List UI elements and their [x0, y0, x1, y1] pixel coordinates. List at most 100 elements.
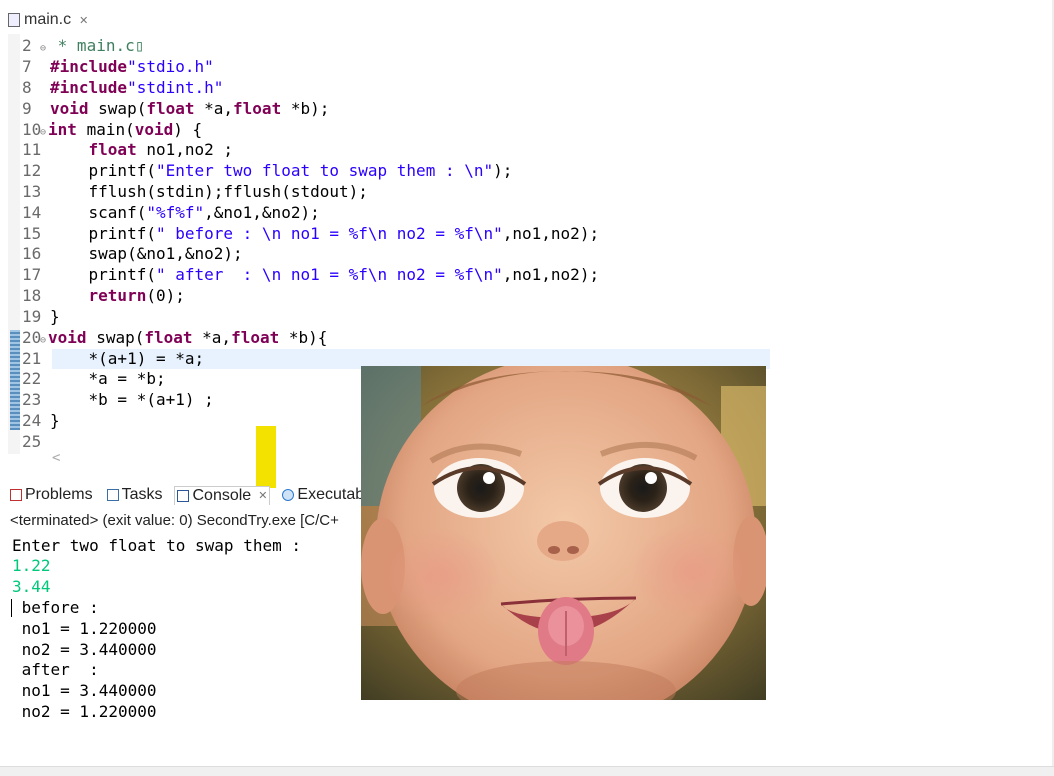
line-number: 22: [22, 369, 42, 388]
line-number: 8: [22, 78, 32, 97]
code-token: float: [88, 140, 137, 159]
line-number: 11: [22, 140, 42, 159]
console-status: <terminated> (exit value: 0) SecondTry.e…: [10, 512, 339, 529]
yellow-highlight-mark: [256, 426, 276, 488]
tab-console[interactable]: Console ✕: [174, 485, 271, 505]
tab-tasks[interactable]: Tasks: [105, 486, 165, 504]
code-token: #include: [50, 78, 128, 97]
code-line[interactable]: 15 printf(" before : \n no1 = %f\n no2 =…: [22, 224, 599, 244]
fold-toggle-icon[interactable]: ⊖: [40, 43, 46, 54]
console-output-line: no1 = 3.440000: [12, 681, 157, 700]
console-output-line: before :: [12, 598, 99, 617]
line-number: 17: [22, 265, 42, 284]
code-token: ) {: [173, 120, 203, 139]
code-token: #include: [50, 57, 128, 76]
console-output-line: no1 = 1.220000: [12, 619, 157, 638]
code-token: ,no1,no2);: [502, 265, 600, 284]
code-token: }: [50, 411, 60, 430]
code-token: swap(: [86, 328, 145, 347]
line-number: 7: [22, 57, 32, 76]
fold-toggle-icon[interactable]: ⊖: [40, 127, 46, 138]
code-line[interactable]: 13 fflush(stdin);fflush(stdout);: [22, 182, 368, 202]
code-token: " before : \n no1 = %f\n no2 = %f\n": [155, 224, 503, 243]
code-line[interactable]: 25: [22, 432, 50, 452]
tab-label: Tasks: [121, 486, 163, 503]
editor-tab-main-c[interactable]: main.c ✕: [8, 6, 88, 34]
baby-face-photo-drawing: [361, 366, 766, 700]
line-number: 14: [22, 203, 42, 222]
executables-icon: [282, 489, 295, 501]
code-line[interactable]: 8 #include"stdint.h": [22, 78, 223, 98]
code-line[interactable]: 21 *(a+1) = *a;: [22, 349, 204, 369]
code-line[interactable]: 22 *a = *b;: [22, 369, 166, 389]
code-token: void: [50, 99, 89, 118]
console-input-line: 1.22: [12, 556, 51, 575]
code-line[interactable]: 16 swap(&no1,&no2);: [22, 244, 243, 264]
problems-icon: [10, 489, 22, 501]
code-token: void: [48, 328, 87, 347]
code-line[interactable]: 10⊖ int main(void) {: [22, 120, 202, 140]
code-token: *b){: [279, 328, 328, 347]
code-token: no1,no2 ;: [136, 140, 234, 159]
console-input-line: 3.44: [12, 577, 51, 596]
line-number: 13: [22, 182, 42, 201]
code-line[interactable]: 18 return(0);: [22, 286, 185, 306]
code-token: printf(: [50, 161, 156, 180]
line-number: 9: [22, 99, 32, 118]
close-icon[interactable]: ✕: [79, 14, 88, 27]
tab-label: Problems: [25, 486, 93, 503]
code-token: swap(: [88, 99, 147, 118]
code-line[interactable]: 2 ⊖ * main.c▯: [22, 36, 144, 56]
code-token: "stdint.h": [127, 78, 224, 97]
code-line[interactable]: 23 *b = *(a+1) ;: [22, 390, 214, 410]
horizontal-scroll-left-arrow[interactable]: <: [52, 450, 352, 470]
line-number: 25: [22, 432, 42, 451]
c-file-icon: [8, 13, 20, 27]
code-line[interactable]: 7 #include"stdio.h": [22, 57, 214, 77]
code-token: *a = *b;: [50, 369, 166, 388]
code-token: int: [48, 120, 77, 139]
code-token: *a,: [192, 328, 232, 347]
editor-tab-label: main.c: [24, 11, 72, 28]
code-token: scanf(: [50, 203, 147, 222]
change-markers: [10, 330, 20, 430]
code-token: float: [144, 328, 193, 347]
code-token: printf(: [50, 265, 156, 284]
code-line[interactable]: 24}: [22, 411, 60, 431]
code-token: *(a+1) = *a;: [50, 349, 205, 368]
code-token: * main.c: [48, 36, 135, 55]
line-number: 23: [22, 390, 42, 409]
code-token: *b);: [281, 99, 330, 118]
tab-problems[interactable]: Problems: [8, 486, 95, 504]
code-token: main(: [76, 120, 135, 139]
console-output-line: after :: [12, 660, 99, 679]
code-line[interactable]: 19}: [22, 307, 60, 327]
code-token: (0);: [146, 286, 185, 305]
line-number: 15: [22, 224, 42, 243]
code-line[interactable]: 9 void swap(float *a,float *b);: [22, 99, 329, 119]
code-token: }: [50, 307, 60, 326]
code-token: void: [134, 120, 174, 139]
close-icon[interactable]: ✕: [258, 489, 267, 502]
code-token: *a,: [194, 99, 234, 118]
code-token: "%f%f": [146, 203, 205, 222]
code-line[interactable]: 12 printf("Enter two float to swap them …: [22, 161, 512, 181]
line-number: 19: [22, 307, 42, 326]
line-number: 24: [22, 411, 42, 430]
code-line[interactable]: 17 printf(" after : \n no1 = %f\n no2 = …: [22, 265, 599, 285]
code-line[interactable]: 11 float no1,no2 ;: [22, 140, 233, 160]
code-token: fflush(stdin);fflush(stdout);: [50, 182, 368, 201]
tab-executab[interactable]: Executab: [280, 486, 366, 504]
code-token: float: [233, 99, 282, 118]
baby-face-photo: [361, 366, 766, 700]
tasks-icon: [106, 489, 119, 501]
code-token: swap(&no1,&no2);: [50, 244, 243, 263]
code-token: ,no1,no2);: [502, 224, 600, 243]
code-line[interactable]: 20⊖ void swap(float *a,float *b){: [22, 328, 327, 348]
code-token: ,&no1,&no2);: [204, 203, 320, 222]
fold-toggle-icon[interactable]: ⊖: [40, 335, 46, 346]
code-line[interactable]: 14 scanf("%f%f",&no1,&no2);: [22, 203, 320, 223]
tab-label: Console: [192, 486, 252, 504]
